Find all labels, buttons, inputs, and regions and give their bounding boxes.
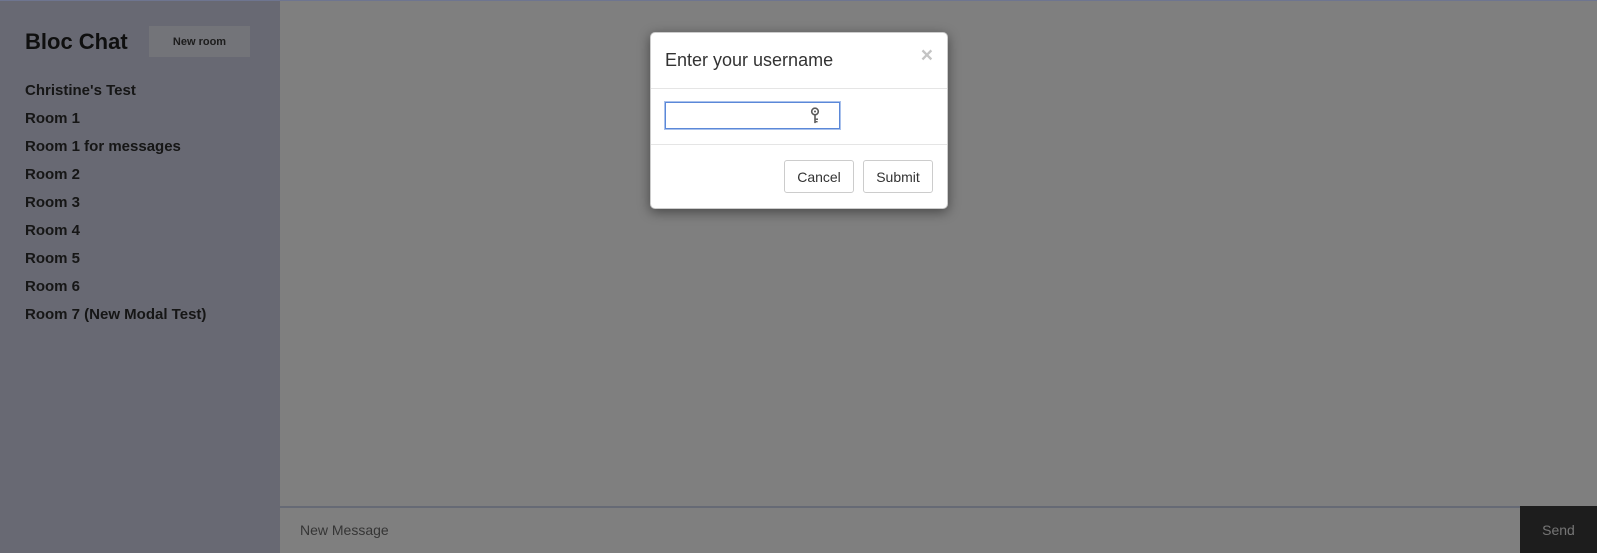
modal-title: Enter your username [665, 50, 834, 70]
cancel-button[interactable]: Cancel [784, 160, 854, 193]
modal-body [651, 89, 947, 145]
modal-footer: Cancel Submit [651, 145, 947, 209]
modal-header: Enter your username × [651, 33, 947, 89]
submit-button[interactable]: Submit [863, 160, 933, 193]
close-icon[interactable]: × [921, 45, 933, 66]
username-modal: Enter your username × Cancel Submit [650, 32, 948, 209]
app-window: Bloc Chat New room Christine's Test Room… [0, 0, 1597, 553]
username-input[interactable] [665, 102, 840, 129]
